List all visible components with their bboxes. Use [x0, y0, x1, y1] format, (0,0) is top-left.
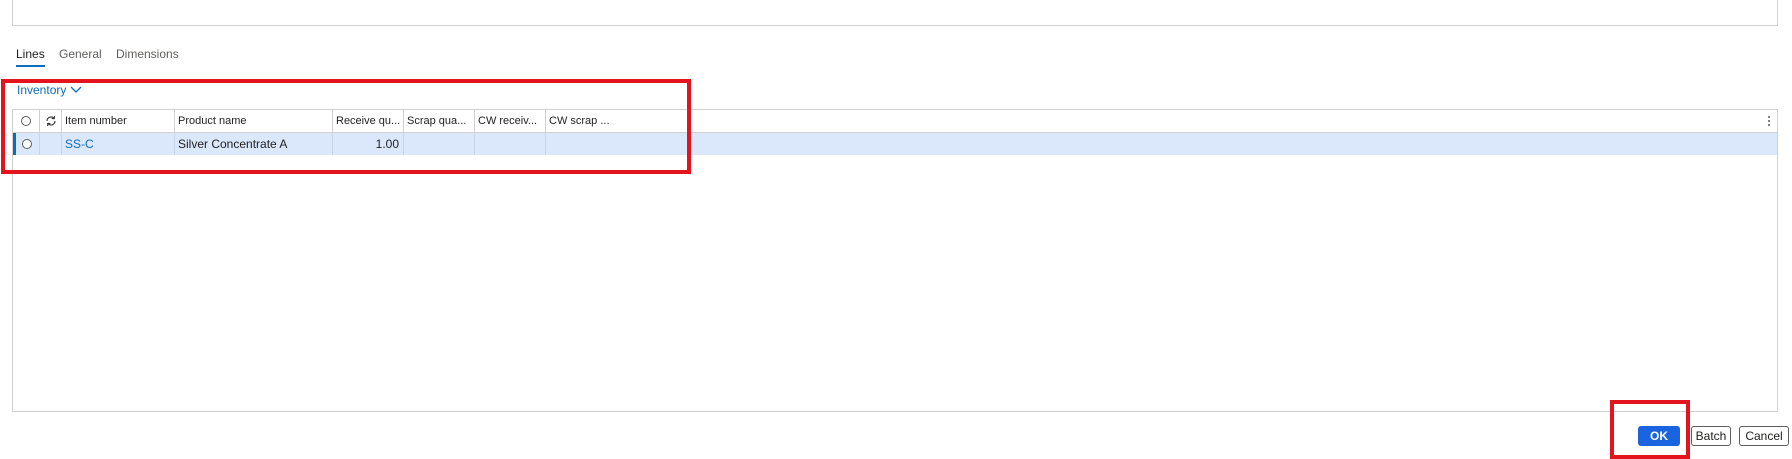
receive-qty-cell[interactable]: 1.00	[333, 133, 404, 155]
column-header-cw-scrap[interactable]: CW scrap ...	[546, 110, 617, 132]
column-header-receive-qty[interactable]: Receive qu...	[333, 110, 404, 132]
chevron-down-icon	[70, 86, 82, 93]
column-header-product-name[interactable]: Product name	[175, 110, 333, 132]
refresh-header[interactable]	[40, 110, 62, 132]
scrap-qty-cell[interactable]	[404, 133, 475, 155]
cancel-button[interactable]: Cancel	[1739, 426, 1789, 446]
tab-lines[interactable]: Lines	[16, 44, 45, 67]
batch-button[interactable]: Batch	[1691, 426, 1731, 446]
cw-receive-cell[interactable]	[475, 133, 546, 155]
row-select-cell[interactable]	[16, 133, 40, 155]
table-row[interactable]: SS-C Silver Concentrate A 1.00	[13, 133, 1777, 155]
ok-button[interactable]: OK	[1638, 426, 1680, 446]
refresh-icon[interactable]	[45, 115, 57, 127]
select-all-radio[interactable]	[21, 116, 31, 126]
inventory-menu-button[interactable]: Inventory	[17, 83, 82, 97]
product-name-cell[interactable]: Silver Concentrate A	[175, 133, 333, 155]
tab-general[interactable]: General	[59, 44, 102, 64]
cw-scrap-cell[interactable]	[546, 133, 617, 155]
select-all-header[interactable]	[13, 110, 40, 132]
row-status-cell	[40, 133, 62, 155]
top-panel	[12, 0, 1778, 26]
more-options-icon[interactable]	[1767, 114, 1771, 128]
row-select-radio[interactable]	[22, 139, 32, 149]
column-header-item-number[interactable]: Item number	[62, 110, 175, 132]
grid-header: Item number Product name Receive qu... S…	[13, 110, 1777, 133]
lines-grid: Item number Product name Receive qu... S…	[12, 109, 1778, 412]
column-header-scrap-qty[interactable]: Scrap qua...	[404, 110, 475, 132]
column-header-cw-receive[interactable]: CW receiv...	[475, 110, 546, 132]
item-number-link[interactable]: SS-C	[62, 133, 175, 155]
inventory-menu-label: Inventory	[17, 83, 67, 97]
tab-dimensions[interactable]: Dimensions	[116, 44, 179, 64]
